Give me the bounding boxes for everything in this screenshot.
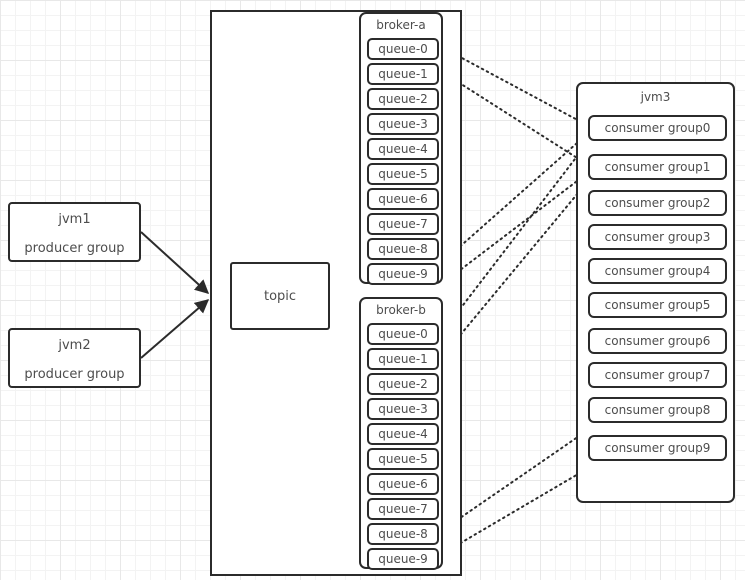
queue-item[interactable]: queue-6	[367, 188, 439, 210]
producer-jvm1-box[interactable]: jvm1 producer group	[8, 202, 141, 262]
diagram-canvas: jvm1 producer group jvm2 producer group …	[0, 0, 745, 580]
edge-cg0-to-broker-a-queue-8	[446, 135, 586, 259]
edge-jvm2-to-topic	[140, 299, 210, 359]
edge-cg9-to-broker-b-queue-9	[445, 469, 586, 552]
consumer-group-item[interactable]: consumer group8	[588, 397, 727, 423]
queue-item[interactable]: queue-2	[367, 373, 439, 395]
queue-item[interactable]: queue-4	[367, 138, 439, 160]
consumer-group-item[interactable]: consumer group9	[588, 435, 727, 461]
edge-jvm1-to-topic	[140, 231, 210, 294]
edge-cg1-to-broker-a-queue-1	[445, 74, 586, 164]
jvm1-subtitle: producer group	[24, 241, 125, 256]
broker-b-title: broker-b	[376, 303, 426, 317]
consumer-group-item[interactable]: consumer group3	[588, 224, 727, 250]
consumer-group-item[interactable]: consumer group0	[588, 115, 727, 141]
broker-a-box: broker-a queue-0 queue-1 queue-2 queue-3 que…	[359, 12, 443, 285]
queue-item[interactable]: queue-9	[367, 263, 439, 285]
queue-item[interactable]: queue-1	[367, 348, 439, 370]
consumer-group-item[interactable]: consumer group5	[588, 292, 727, 318]
queue-item[interactable]: queue-3	[367, 113, 439, 135]
jvm2-subtitle: producer group	[24, 367, 125, 382]
queue-item[interactable]: queue-8	[367, 523, 439, 545]
queue-item[interactable]: queue-0	[367, 323, 439, 345]
consumer-jvm3-box: jvm3 consumer group0 consumer group1 consu…	[576, 82, 735, 503]
queue-item[interactable]: queue-9	[367, 548, 439, 570]
queue-item[interactable]: queue-5	[367, 163, 439, 185]
jvm2-title: jvm2	[58, 338, 91, 353]
consumer-group-item[interactable]: consumer group6	[588, 328, 727, 354]
jvm3-title: jvm3	[640, 90, 671, 104]
queue-item[interactable]: queue-4	[367, 423, 439, 445]
consumer-group-item[interactable]: consumer group2	[588, 190, 727, 216]
topic-label: topic	[263, 288, 297, 304]
consumer-group-item[interactable]: consumer group1	[588, 154, 727, 180]
edge-cg0-to-broker-a-queue-0	[445, 49, 586, 125]
consumer-group-item[interactable]: consumer group7	[588, 362, 727, 388]
queue-item[interactable]: queue-7	[367, 213, 439, 235]
queue-item[interactable]: queue-1	[367, 63, 439, 85]
queue-item[interactable]: queue-6	[367, 473, 439, 495]
topic-box[interactable]: topic	[230, 262, 330, 330]
queue-item[interactable]: queue-3	[367, 398, 439, 420]
edge-cg8-to-broker-b-queue-8	[445, 431, 586, 528]
consumer-group-item[interactable]: consumer group4	[588, 258, 727, 284]
broker-b-queue-list: queue-0 queue-1 queue-2 queue-3 queue-4 queue…	[367, 323, 439, 573]
queue-item[interactable]: queue-5	[367, 448, 439, 470]
queue-item[interactable]: queue-0	[367, 38, 439, 60]
edge-cg1-to-broker-b-queue-1	[446, 180, 589, 353]
queue-item[interactable]: queue-8	[367, 238, 439, 260]
queue-item[interactable]: queue-7	[367, 498, 439, 520]
broker-b-box: broker-b queue-0 queue-1 queue-2 queue-3 que…	[359, 297, 443, 570]
queue-item[interactable]: queue-2	[367, 88, 439, 110]
broker-a-queue-list: queue-0 queue-1 queue-2 queue-3 queue-4 queue…	[367, 38, 439, 288]
edge-cg1-to-broker-a-queue-9	[445, 174, 586, 281]
edge-cg0-to-broker-b-queue-0	[446, 141, 589, 328]
jvm1-title: jvm1	[58, 212, 91, 227]
producer-jvm2-box[interactable]: jvm2 producer group	[8, 328, 141, 388]
broker-a-title: broker-a	[376, 18, 426, 32]
